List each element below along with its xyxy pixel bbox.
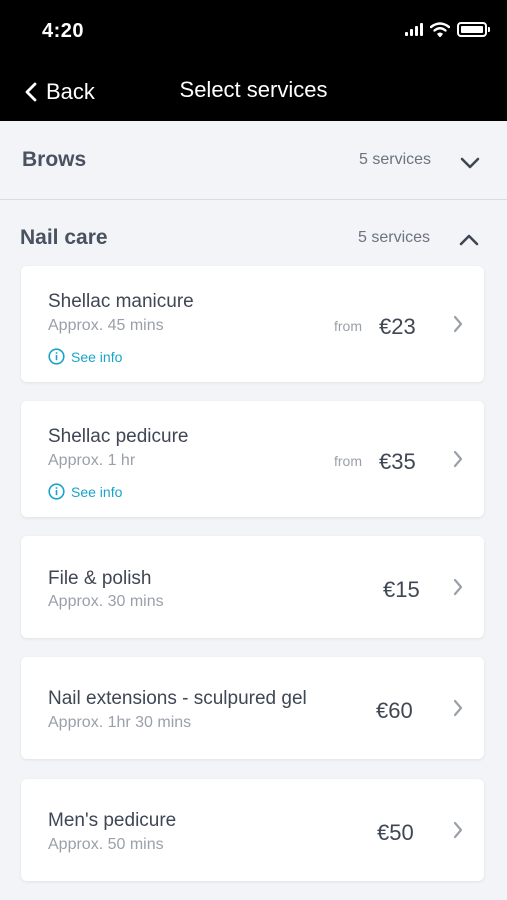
service-price: €35 — [379, 449, 416, 474]
chevron-right-icon — [453, 578, 463, 596]
service-name: Nail extensions - sculpured gel — [48, 688, 307, 709]
section-count: 5 services — [358, 229, 431, 246]
chevron-right-icon — [453, 315, 463, 333]
top-bar: 4:20 Back Select services — [0, 0, 507, 121]
status-icons — [405, 22, 490, 37]
chevron-right-icon — [453, 699, 463, 717]
chevron-up-icon — [459, 234, 479, 246]
service-duration: Approx. 1 hr — [48, 452, 136, 469]
info-icon — [48, 483, 65, 500]
battery-icon — [457, 22, 490, 37]
chevron-right-icon — [453, 821, 463, 839]
service-card-file-polish[interactable]: File & polish Approx. 30 mins €15 — [21, 536, 484, 638]
cellular-signal-icon — [405, 23, 423, 36]
section-title: Nail care — [20, 226, 108, 249]
service-price: €23 — [379, 314, 416, 339]
service-duration: Approx. 30 mins — [48, 593, 164, 610]
chevron-down-icon — [460, 157, 480, 169]
chevron-right-icon — [453, 450, 463, 468]
see-info-label: See info — [71, 348, 123, 365]
section-brows[interactable]: Brows 5 services — [0, 121, 507, 199]
from-label: from — [334, 453, 362, 469]
service-price: €60 — [376, 698, 413, 723]
service-duration: Approx. 1hr 30 mins — [48, 714, 192, 731]
see-info-link[interactable]: See info — [48, 348, 122, 365]
status-time: 4:20 — [42, 20, 85, 42]
section-nail-care[interactable]: Nail care 5 services — [0, 200, 507, 264]
see-info-label: See info — [71, 483, 123, 500]
section-count: 5 services — [359, 151, 432, 168]
info-icon — [48, 348, 65, 365]
page-title: Select services — [179, 77, 328, 102]
service-duration: Approx. 50 mins — [48, 836, 164, 853]
service-card-nail-extensions[interactable]: Nail extensions - sculpured gel Approx. … — [21, 657, 484, 759]
service-card-shellac-manicure[interactable]: Shellac manicure Approx. 45 mins See inf… — [21, 266, 484, 382]
service-name: Shellac pedicure — [48, 426, 189, 447]
wifi-icon — [430, 22, 450, 37]
service-name: File & polish — [48, 568, 152, 589]
service-price: €50 — [377, 820, 414, 845]
service-duration: Approx. 45 mins — [48, 317, 164, 334]
service-card-shellac-pedicure[interactable]: Shellac pedicure Approx. 1 hr See info f… — [21, 401, 484, 517]
see-info-link[interactable]: See info — [48, 483, 122, 500]
service-name: Shellac manicure — [48, 291, 194, 312]
section-title: Brows — [22, 148, 87, 171]
from-label: from — [334, 318, 362, 334]
service-name: Men's pedicure — [48, 810, 177, 831]
service-card-mens-pedicure[interactable]: Men's pedicure Approx. 50 mins €50 — [21, 779, 484, 881]
service-price: €15 — [383, 577, 420, 602]
